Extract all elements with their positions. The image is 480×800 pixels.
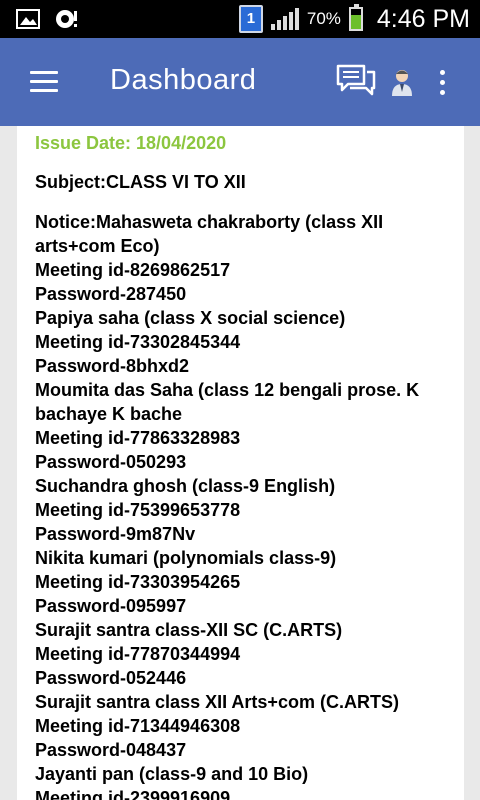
notice-line: Password-052446 [35, 668, 187, 688]
issue-date: Issue Date: 18/04/2020 [35, 133, 227, 153]
page-margin [0, 126, 17, 800]
notice-line: Surajit santra class XII Arts+com (C.ART… [35, 692, 399, 712]
notice-line: Notice:Mahasweta chakraborty (class XII … [35, 212, 384, 256]
notice-body: Notice:Mahasweta chakraborty (class XII … [35, 210, 456, 800]
notice-line: Surajit santra class-XII SC (C.ARTS) [35, 620, 343, 640]
notice-line: Meeting id-77870344994 [35, 644, 241, 664]
sync-icon [56, 10, 77, 28]
notice-line: Suchandra ghosh (class-9 English) [35, 476, 336, 496]
notice-line: Meeting id-73303954265 [35, 572, 241, 592]
chat-icon[interactable] [334, 62, 376, 102]
battery-icon [348, 4, 363, 31]
notice-line: Meeting id-77863328983 [35, 428, 241, 448]
page-title: Dashboard [110, 64, 257, 96]
more-vert-icon[interactable] [440, 70, 448, 100]
notice-card[interactable]: Issue Date: 18/04/2020 Subject:CLASS VI … [17, 126, 464, 800]
notice-line: Password-9m87Nv [35, 524, 196, 544]
notice-line: Meeting id-73302845344 [35, 332, 241, 352]
notice-line: Meeting id-8269862517 [35, 260, 231, 280]
user-avatar-icon[interactable] [390, 68, 414, 98]
notice-line: Jayanti pan (class-9 and 10 Bio) [35, 764, 309, 784]
app-bar: Dashboard [0, 38, 480, 126]
notice-line: Password-048437 [35, 740, 187, 760]
battery-percent: 70% [306, 9, 341, 28]
page-margin [464, 126, 480, 800]
notice-line: Password-287450 [35, 284, 187, 304]
image-icon [16, 9, 40, 29]
notice-subject: Subject:CLASS VI TO XII [35, 172, 246, 192]
notice-line: Meeting id-2399916909 [35, 788, 231, 800]
notice-line: Moumita das Saha (class 12 bengali prose… [35, 380, 420, 424]
notice-line: Papiya saha (class X social science) [35, 308, 346, 328]
clock: 4:46 PM [376, 4, 470, 33]
status-bar: 1 70% 4:46 PM [0, 0, 480, 38]
notice-line: Nikita kumari (polynomials class-9) [35, 548, 337, 568]
sim-icon: 1 [238, 5, 263, 33]
notice-line: Password-8bhxd2 [35, 356, 190, 376]
notice-line: Password-095997 [35, 596, 187, 616]
notice-line: Password-050293 [35, 452, 187, 472]
notice-line: Meeting id-71344946308 [35, 716, 241, 736]
menu-icon[interactable] [30, 71, 58, 92]
notice-line: Meeting id-75399653778 [35, 500, 241, 520]
signal-icon [270, 8, 299, 30]
